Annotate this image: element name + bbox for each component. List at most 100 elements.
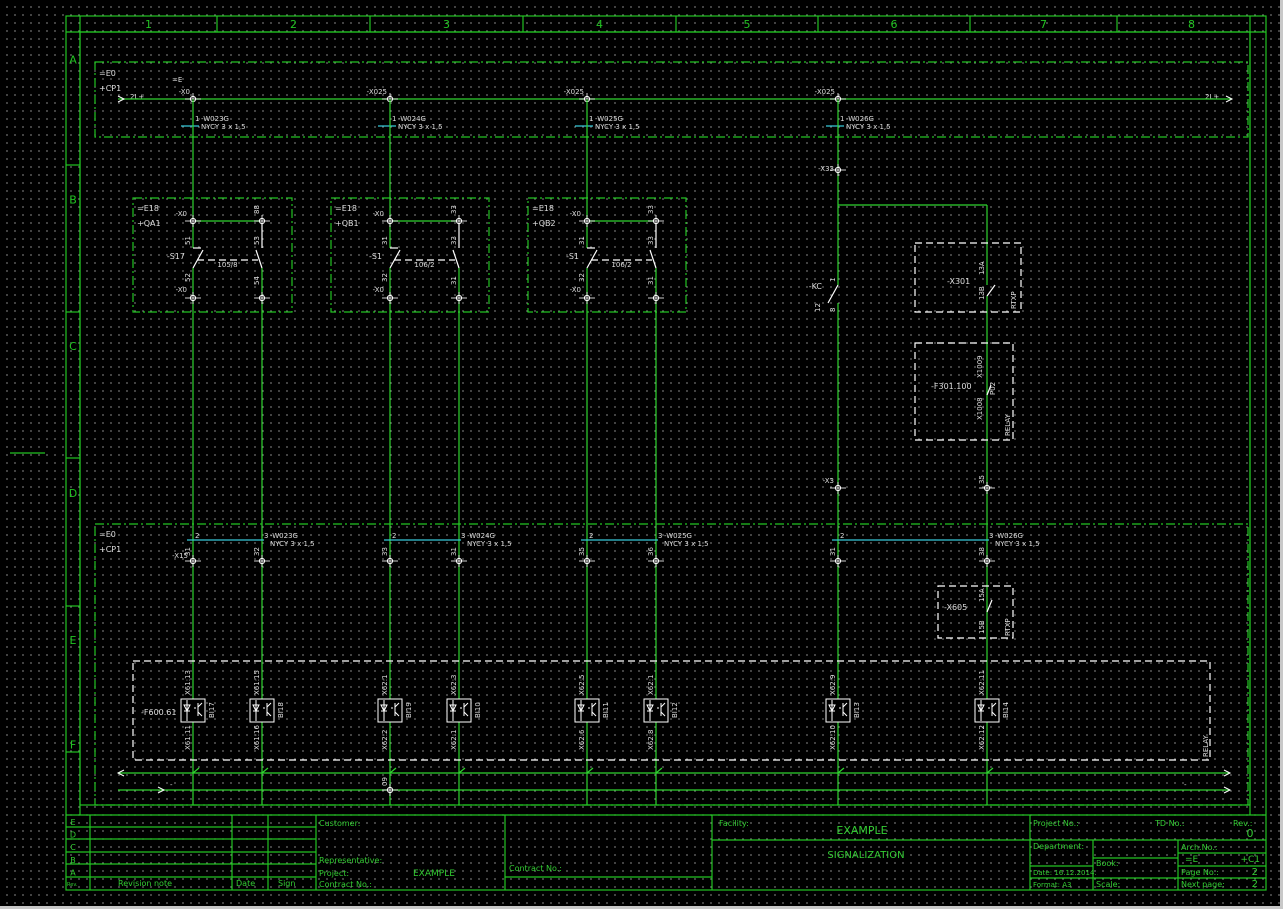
device-type: RTXP [1004, 618, 1012, 636]
pin-label: 88 [253, 205, 261, 214]
arch-loc: +C1 [1240, 855, 1260, 865]
pin-label: X62:10 [829, 725, 837, 750]
revision-letter: C [70, 843, 76, 852]
pin-label: 31 [450, 276, 458, 285]
module-plus: +QB2 [532, 219, 556, 228]
cable-pin: 3 [989, 532, 993, 540]
pin-label: X62:2 [381, 729, 389, 750]
column-number: 1 [145, 18, 152, 31]
module-box [330, 197, 490, 313]
facility-name: EXAMPLE [836, 824, 887, 837]
cable-pin: 3 [658, 532, 662, 540]
revision-letter: B [70, 856, 76, 865]
net-label: - [1184, 781, 1187, 789]
location-label: =E0 [99, 530, 116, 539]
cross-ref: 106/2 [611, 261, 631, 269]
revision-letter: E [70, 818, 75, 827]
outer-frame [65, 15, 1267, 891]
terminal-label: -X0 [373, 210, 384, 218]
cable-pin: 2 [392, 532, 396, 540]
pin-label: 32 [578, 273, 586, 282]
switch-contact [389, 249, 401, 269]
cable-type: NYCY 3 x 1,5 [398, 123, 443, 131]
terminal-label: -X025 [815, 88, 835, 96]
binary-input-label: BI10 [474, 702, 482, 718]
module-plus: +QA1 [137, 219, 161, 228]
cable-name: -W026G [846, 115, 874, 123]
net-label: 2L+ [1205, 93, 1219, 101]
terminal-label: 32 [253, 547, 261, 556]
binary-input-label: BI18 [277, 702, 285, 718]
pin-label: 15B [978, 620, 986, 634]
column-number: 2 [290, 18, 297, 31]
terminal-label: 31 [450, 547, 458, 556]
cable-pin: 1 [840, 115, 844, 123]
terminal-label: 31 [184, 547, 192, 556]
cable-pin: 1 [195, 115, 199, 123]
pin-label: X61:11 [184, 725, 192, 750]
x605-box [937, 585, 1014, 639]
pin-label: 15A [978, 588, 986, 602]
bus-tap [655, 767, 663, 774]
revision-header: Sign [278, 879, 295, 888]
pin-label: 33 [647, 205, 655, 214]
device-label: -X605 [944, 603, 967, 612]
switch-contact [192, 249, 204, 269]
title-label: Representative: [319, 856, 382, 865]
terminal-label: 31 [829, 547, 837, 556]
terminal-label: 33 [381, 547, 389, 556]
pin-label: X62:8 [647, 729, 655, 750]
revision-letter: A [70, 868, 76, 877]
location-label: +CP1 [99, 84, 121, 93]
row-letter: F [70, 739, 76, 752]
schematic-canvas[interactable]: 1 2 3 4 5 6 7 8 A B C D E F =E0 +CP1 =E 2L+ 2L+ -X0 1 -W023G N… [0, 0, 1283, 909]
bus-tap [192, 767, 200, 774]
pin-label: 33 [647, 236, 655, 245]
x301-contact [986, 284, 996, 297]
pin-label: 31 [381, 236, 389, 245]
cable-name: -W023G [201, 115, 229, 123]
pin-label: X62:11 [978, 670, 986, 695]
terminal-label: -X0 [570, 210, 581, 218]
row-letter: A [69, 54, 77, 67]
row-letter: B [69, 194, 77, 207]
title-label: Format: A3 [1033, 881, 1072, 889]
row-letter: D [69, 487, 77, 500]
cross-ref: 105/8 [217, 261, 237, 269]
terminal-label: 09 [381, 777, 389, 786]
pin-label: X62:1 [647, 674, 655, 695]
title-label: Page No.: [1181, 868, 1219, 877]
binary-input-label: BI11 [602, 702, 610, 718]
location-label: =E0 [99, 69, 116, 78]
bus-tap [986, 767, 994, 774]
device-label: -S17 [167, 252, 185, 261]
title-label: Project No.: [1033, 819, 1079, 828]
title-label: Scale: [1096, 880, 1120, 889]
pin-label: X62:12 [978, 725, 986, 750]
cable-name: -W025G [595, 115, 623, 123]
cable-pin: 3 [264, 532, 268, 540]
switch-contact [586, 249, 598, 269]
terminal-label: -X0 [176, 210, 187, 218]
revision-header: Date [236, 879, 255, 888]
module-loc: =E18 [137, 204, 159, 213]
cable-name: -W024G [467, 532, 495, 540]
column-number: 6 [891, 18, 898, 31]
pin-label: 31 [647, 276, 655, 285]
pin-label: 33 [450, 236, 458, 245]
column-number: 5 [744, 18, 751, 31]
device-type: RTXP [1010, 291, 1018, 309]
terminal-label: -X0 [176, 286, 187, 294]
title-label: Book: [1096, 859, 1119, 868]
device-type: RELAY [1004, 413, 1012, 436]
column-number: 8 [1188, 18, 1195, 31]
switch-contact [649, 249, 657, 269]
module-loc: =E18 [335, 204, 357, 213]
column-number: 4 [596, 18, 603, 31]
switch-contact [452, 249, 460, 269]
net-label: 2L+ [130, 93, 144, 101]
column-number: 3 [443, 18, 450, 31]
cable-type: NYCY 3 x 1,5 [201, 123, 246, 131]
kc-contact [827, 284, 839, 304]
pin-label: X62:6 [578, 729, 586, 750]
